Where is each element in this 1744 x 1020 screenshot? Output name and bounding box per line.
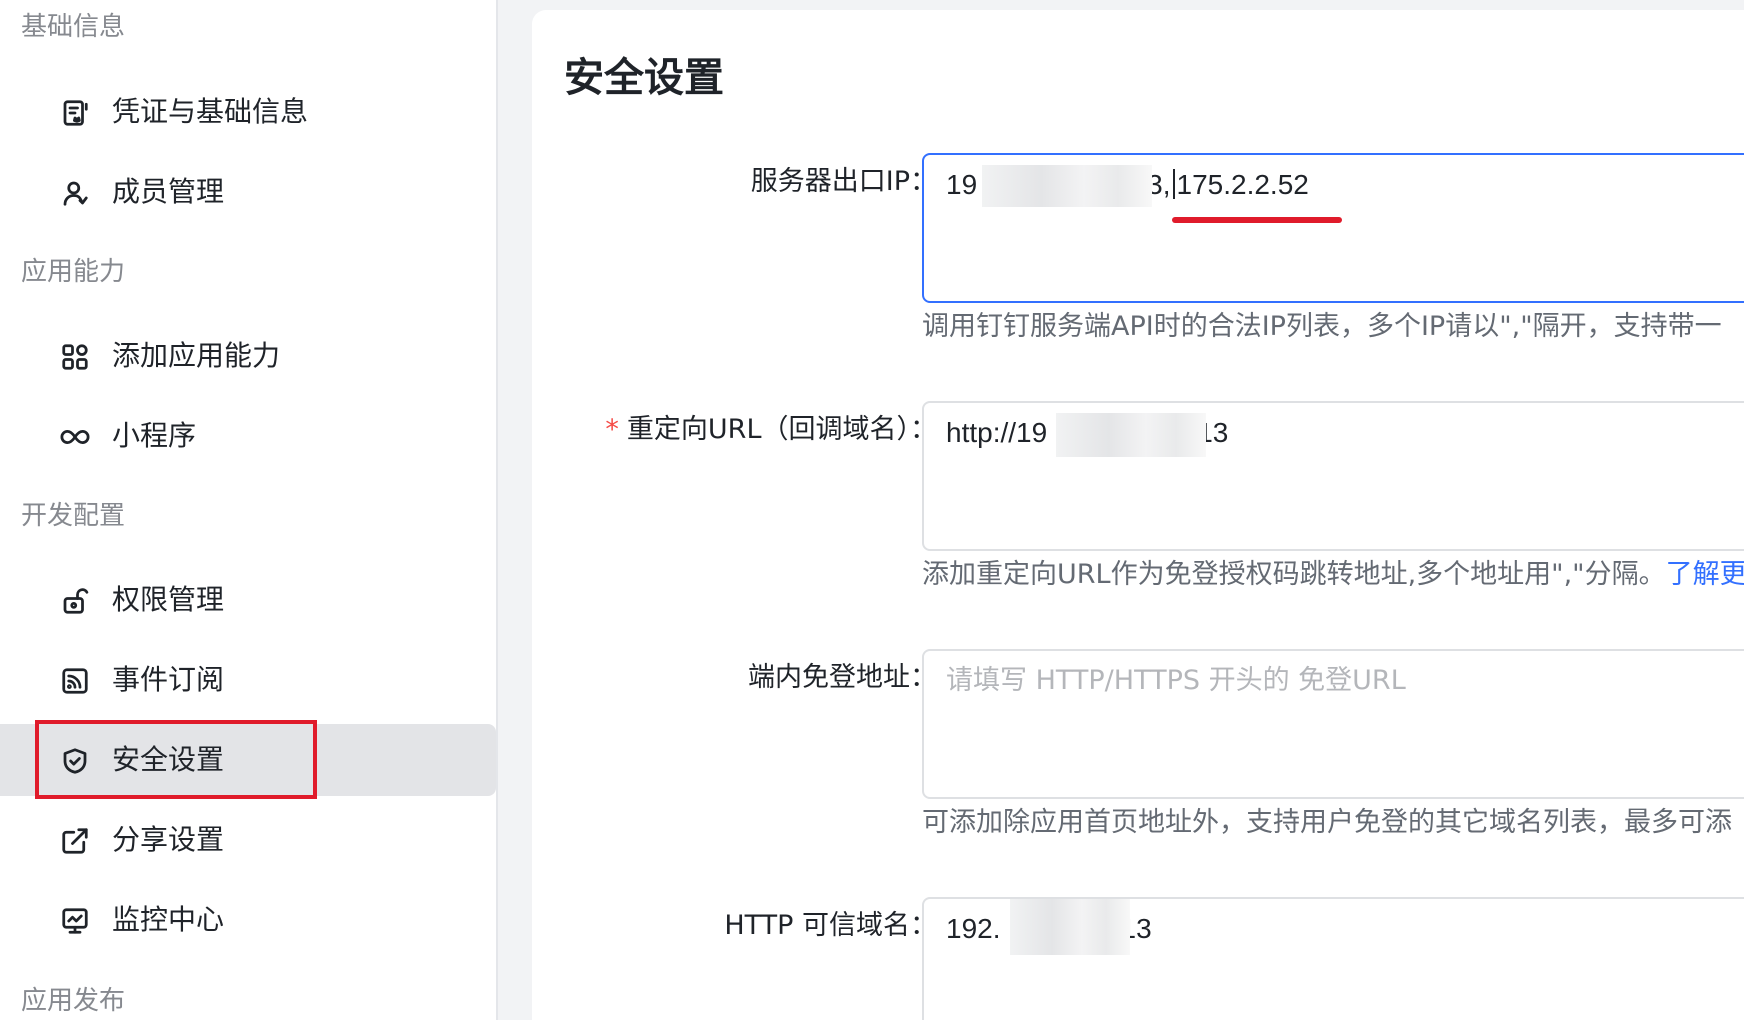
- sidebar-item-add-capability[interactable]: 添加应用能力: [0, 320, 498, 392]
- group-title-app-publish: 应用发布: [21, 986, 126, 1016]
- sidebar: 基础信息 凭证与基础信息 成员管理 应用能力 添加应用能力 小程序 开发配置 权…: [0, 0, 498, 1020]
- sidebar-item-share-settings[interactable]: 分享设置: [0, 804, 498, 876]
- redacted-region: [1010, 899, 1130, 955]
- server-ip-label: 服务器出口IP：: [750, 166, 937, 197]
- sidebar-item-label: 权限管理: [112, 583, 225, 616]
- page-title: 安全设置: [564, 55, 724, 101]
- shield-icon: [60, 746, 90, 776]
- monitor-icon: [60, 906, 90, 936]
- learn-more-link[interactable]: 了解更: [1666, 559, 1744, 590]
- sidebar-item-security-settings[interactable]: 安全设置: [0, 724, 496, 796]
- group-title-basic-info: 基础信息: [21, 12, 126, 42]
- text-caret: [1172, 169, 1175, 199]
- sidebar-item-label: 添加应用能力: [112, 339, 281, 372]
- in-app-login-textarea[interactable]: 请填写 HTTP/HTTPS 开头的 免登URL: [922, 649, 1744, 799]
- sidebar-item-credentials[interactable]: 凭证与基础信息: [0, 76, 498, 148]
- sidebar-item-label: 小程序: [112, 419, 197, 452]
- credential-icon: [60, 98, 90, 128]
- sidebar-item-mini-program[interactable]: 小程序: [0, 400, 498, 472]
- infinity-icon: [60, 422, 90, 452]
- in-app-login-hint: 可添加除应用首页地址外，支持用户免登的其它域名列表，最多可添: [922, 807, 1732, 838]
- group-title-dev-config: 开发配置: [21, 501, 126, 531]
- sidebar-item-label: 事件订阅: [112, 663, 225, 696]
- sidebar-item-label: 凭证与基础信息: [112, 95, 309, 128]
- sidebar-item-permissions[interactable]: 权限管理: [0, 564, 498, 636]
- redacted-region: [1056, 413, 1206, 457]
- group-title-app-capabilities: 应用能力: [21, 257, 126, 287]
- sidebar-item-monitoring[interactable]: 监控中心: [0, 884, 498, 956]
- sidebar-item-event-subscription[interactable]: 事件订阅: [0, 644, 498, 716]
- sidebar-item-label: 安全设置: [112, 743, 225, 776]
- apps-grid-icon: [60, 342, 90, 372]
- share-icon: [60, 826, 90, 856]
- redirect-url-hint: 添加重定向URL作为免登授权码跳转地址,多个地址用","分隔。了解更: [922, 558, 1744, 592]
- http-trusted-domain-textarea[interactable]: 192. 13: [922, 897, 1744, 1020]
- security-settings-panel: 安全设置 服务器出口IP： 19 3, 175.2.2.52 调用钉钉服务端API时…: [532, 10, 1744, 1020]
- user-icon: [60, 178, 90, 208]
- sidebar-item-label: 分享设置: [112, 823, 225, 856]
- redirect-url-textarea[interactable]: http://19 13: [922, 401, 1744, 551]
- sidebar-item-members[interactable]: 成员管理: [0, 156, 498, 228]
- annotation-underline: [1172, 217, 1342, 223]
- lock-icon: [60, 586, 90, 616]
- redirect-url-label: * 重定向URL（回调域名）：: [605, 414, 937, 445]
- sidebar-item-label: 监控中心: [112, 903, 225, 936]
- server-ip-hint: 调用钉钉服务端API时的合法IP列表，多个IP请以","隔开，支持带一: [922, 311, 1722, 342]
- in-app-login-placeholder: 请填写 HTTP/HTTPS 开头的 免登URL: [946, 665, 1406, 696]
- in-app-login-label: 端内免登地址：: [748, 662, 937, 693]
- sidebar-item-label: 成员管理: [112, 175, 225, 208]
- rss-icon: [60, 666, 90, 696]
- required-mark: *: [605, 414, 619, 445]
- redacted-region: [982, 165, 1152, 207]
- http-trusted-domain-label: HTTP 可信域名：: [724, 910, 937, 941]
- server-ip-textarea[interactable]: 19 3, 175.2.2.52: [922, 153, 1744, 303]
